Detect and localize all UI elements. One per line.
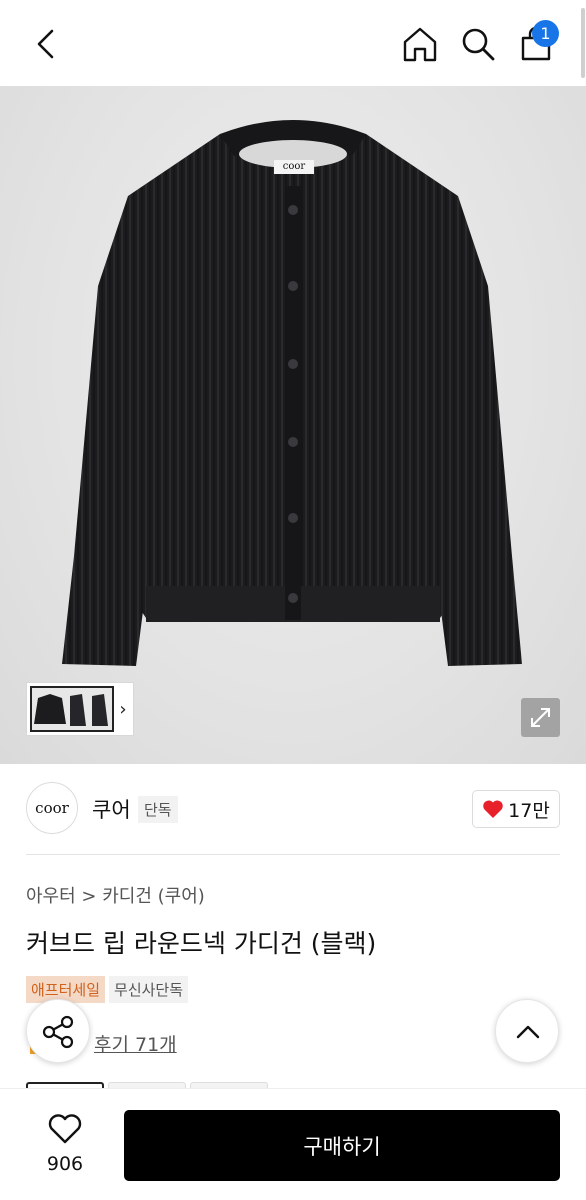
- garment-label: coor: [282, 161, 306, 172]
- brand-like-count: 17만: [508, 799, 550, 822]
- brand-exclusive-tag: 단독: [138, 796, 178, 823]
- product-image: [62, 120, 522, 666]
- search-icon[interactable]: [458, 24, 498, 64]
- wishlist-button[interactable]: 906: [30, 1111, 100, 1181]
- product-title: 커브드 립 라운드넥 가디건 (블랙): [26, 929, 377, 958]
- cart-count-badge: 1: [532, 20, 559, 47]
- breadcrumb[interactable]: 아우터 > 카디건 (쿠어): [26, 882, 205, 908]
- wishlist-count: 906: [46, 1153, 84, 1175]
- thumbnail-preview: [32, 688, 112, 730]
- brand-name[interactable]: 쿠어: [92, 794, 131, 824]
- chevron-left-icon[interactable]: [28, 26, 64, 62]
- expand-arrows: [531, 708, 550, 727]
- top-navigation-bar: 1: [0, 0, 586, 86]
- thumbnail-next-arrow[interactable]: ›: [114, 699, 132, 720]
- product-image-gallery[interactable]: coor ›: [0, 86, 586, 764]
- brand-like-button[interactable]: 17만: [472, 790, 560, 828]
- expand-icon[interactable]: [521, 698, 560, 737]
- scroll-indicator: [581, 8, 585, 78]
- brand-row: coor 쿠어 단독 17만: [26, 782, 560, 836]
- chevron-up-icon: [516, 1025, 540, 1039]
- divider: [26, 854, 560, 855]
- buy-button[interactable]: 구매하기: [124, 1110, 560, 1181]
- bottom-action-bar: 906 구매하기: [0, 1088, 586, 1200]
- brand-logo[interactable]: coor: [26, 782, 78, 834]
- heart-outline-icon: [48, 1114, 82, 1144]
- scroll-to-top-button[interactable]: [495, 999, 559, 1063]
- home-icon[interactable]: [400, 24, 440, 64]
- thumbnail-strip[interactable]: ›: [26, 682, 134, 736]
- review-count-link[interactable]: 후기 71개: [94, 1030, 177, 1057]
- share-button[interactable]: [26, 999, 90, 1063]
- thumbnail-image[interactable]: [30, 686, 114, 732]
- heart-filled-icon: [483, 800, 503, 818]
- share-icon: [42, 1015, 74, 1049]
- tag-musinsa-exclusive: 무신사단독: [109, 976, 189, 1003]
